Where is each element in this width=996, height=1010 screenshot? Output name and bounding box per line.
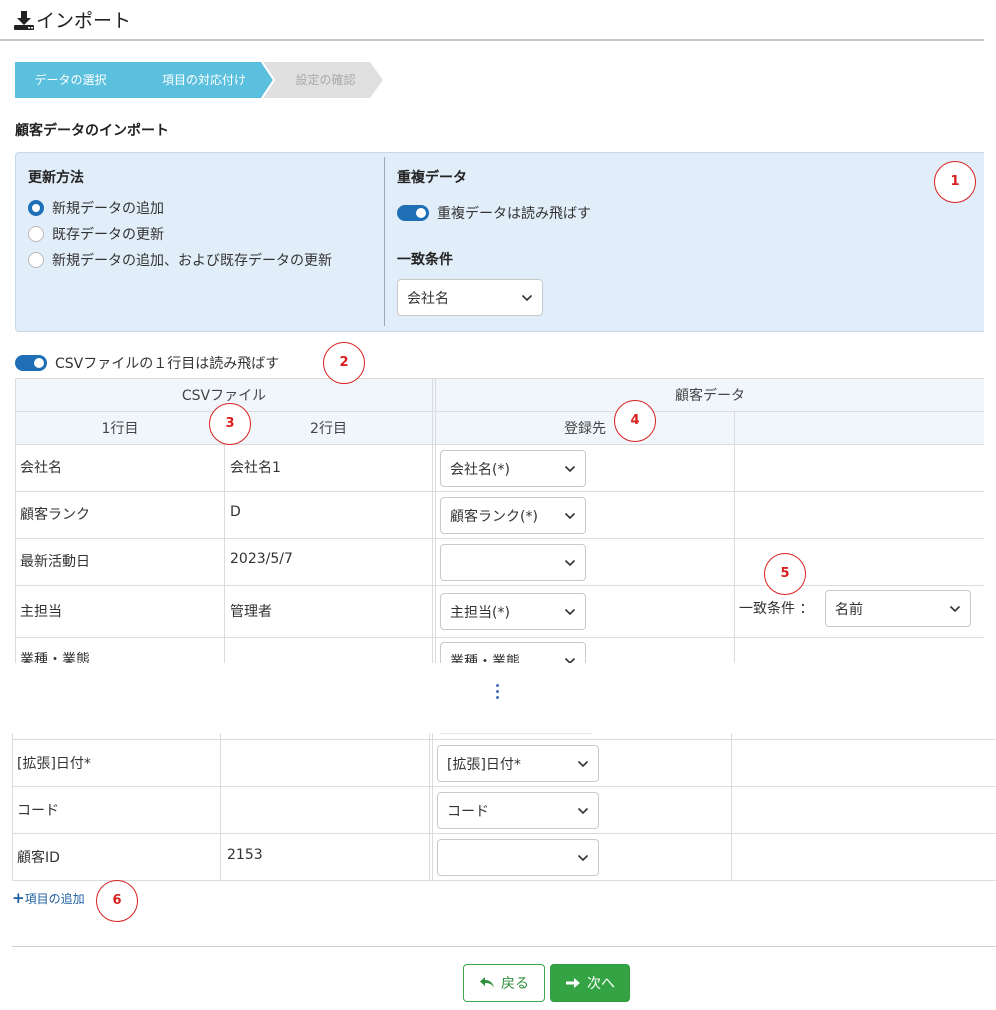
- back-button[interactable]: 戻る: [463, 964, 545, 1002]
- destination-value: 業種・業態: [450, 653, 520, 664]
- undo-arrow-icon: [480, 977, 494, 988]
- table-cell-row2: 2023/5/7: [230, 551, 293, 567]
- chevron-down-icon: [564, 512, 576, 519]
- annotation-badge-3: 3: [209, 403, 251, 445]
- chevron-down-icon: [564, 657, 576, 663]
- destination-select[interactable]: コード: [437, 792, 599, 829]
- chevron-down-icon: [577, 760, 589, 767]
- next-button[interactable]: 次へ: [550, 964, 630, 1002]
- back-button-label: 戻る: [501, 976, 529, 992]
- destination-value: コード: [447, 803, 489, 820]
- row-match-condition-value: 名前: [835, 601, 863, 618]
- radio-update-existing-label: 既存データの更新: [52, 227, 164, 243]
- header-destination: 登録先: [564, 421, 606, 437]
- annotation-badge-4: 4: [614, 400, 656, 442]
- table-cell-row1: [拡張]日付*: [17, 756, 91, 772]
- destination-value: 顧客ランク(*): [450, 508, 538, 525]
- radio-add-new-label: 新規データの追加: [52, 201, 164, 217]
- destination-select[interactable]: 顧客ランク(*): [440, 497, 586, 534]
- section-title: 顧客データのインポート: [15, 123, 169, 139]
- table-cell-row1: 会社名: [20, 460, 62, 476]
- plus-icon: +: [12, 889, 25, 907]
- duplicate-title: 重複データ: [397, 170, 467, 186]
- radio-update-existing[interactable]: [28, 226, 44, 242]
- destination-value: 会社名(*): [450, 461, 510, 478]
- table-cell-row1: 顧客ランク: [20, 507, 90, 523]
- step-label: データの選択: [34, 73, 107, 87]
- add-item-label: 項目の追加: [24, 892, 85, 906]
- annotation-badge-2: 2: [323, 342, 365, 384]
- panel-divider: [384, 157, 385, 326]
- destination-value: 主担当(*): [450, 604, 510, 621]
- table-cell-row2: 管理者: [230, 604, 272, 620]
- step-field-mapping[interactable]: 項目の対応付け: [127, 62, 273, 98]
- annotation-badge-5: 5: [764, 553, 806, 595]
- header-csv-file: CSVファイル: [181, 388, 267, 404]
- step-confirm: 設定の確認: [262, 62, 383, 98]
- table-cell-row2: 2153: [227, 847, 263, 863]
- footer-divider: [12, 946, 996, 947]
- csv-skip-first-row-toggle[interactable]: [15, 355, 47, 371]
- header-customer-data: 顧客データ: [675, 388, 745, 404]
- chevron-down-icon: [564, 465, 576, 472]
- arrow-right-icon: [566, 978, 580, 988]
- next-button-label: 次へ: [587, 976, 615, 992]
- vertical-ellipsis-icon: [496, 684, 500, 702]
- header-row1: 1行目: [101, 421, 139, 437]
- truncated-row: 業種・業態 業種・業態: [0, 638, 996, 663]
- destination-select[interactable]: [拡張]日付*: [437, 745, 599, 782]
- chevron-down-icon: [949, 605, 961, 612]
- chevron-down-icon: [564, 559, 576, 566]
- radio-add-and-update-label: 新規データの追加、および既存データの更新: [52, 253, 332, 269]
- download-icon: [14, 11, 34, 30]
- match-condition-value: 会社名: [407, 290, 449, 307]
- radio-add-and-update[interactable]: [28, 252, 44, 268]
- annotation-badge-1: 1: [934, 161, 976, 203]
- annotation-badge-6: 6: [96, 880, 138, 922]
- chevron-down-icon: [564, 608, 576, 615]
- destination-select[interactable]: 会社名(*): [440, 450, 586, 487]
- chevron-down-icon: [577, 807, 589, 814]
- skip-duplicate-toggle[interactable]: [397, 205, 429, 221]
- chevron-down-icon: [577, 854, 589, 861]
- row-match-condition-select[interactable]: 名前: [825, 590, 971, 627]
- page-title: インポート: [36, 10, 132, 32]
- destination-select[interactable]: 主担当(*): [440, 593, 586, 630]
- destination-value: [拡張]日付*: [447, 756, 521, 773]
- skip-duplicate-label: 重複データは読み飛ばす: [437, 206, 591, 222]
- csv-skip-first-row-label: CSVファイルの１行目は読み飛ばす: [55, 356, 280, 372]
- table-cell-row1: コード: [17, 803, 59, 819]
- update-method-title: 更新方法: [28, 170, 84, 186]
- header-row2: 2行目: [310, 421, 347, 437]
- destination-select[interactable]: 業種・業態: [440, 642, 586, 663]
- table-cell-row1: 業種・業態: [20, 652, 90, 663]
- table-cell-row1: 主担当: [20, 604, 62, 620]
- table-cell-row1: 顧客ID: [17, 850, 60, 866]
- table-cell-row2: D: [230, 504, 241, 520]
- add-item-link[interactable]: +項目の追加: [12, 889, 85, 907]
- destination-select[interactable]: [437, 839, 599, 876]
- table-cell-row1: 最新活動日: [20, 554, 90, 570]
- page-header: インポート: [0, 0, 984, 41]
- table-cell-row2: 会社名1: [230, 460, 281, 476]
- step-label: 項目の対応付け: [161, 73, 246, 87]
- step-data-select[interactable]: データの選択: [15, 62, 140, 98]
- step-label: 設定の確認: [295, 73, 356, 87]
- match-condition-title: 一致条件: [397, 252, 453, 268]
- row-match-condition-label: 一致条件 ：: [739, 601, 814, 617]
- chevron-down-icon: [521, 294, 533, 301]
- destination-select[interactable]: [440, 544, 586, 581]
- radio-add-new[interactable]: [28, 200, 44, 216]
- match-condition-select[interactable]: 会社名: [397, 279, 543, 316]
